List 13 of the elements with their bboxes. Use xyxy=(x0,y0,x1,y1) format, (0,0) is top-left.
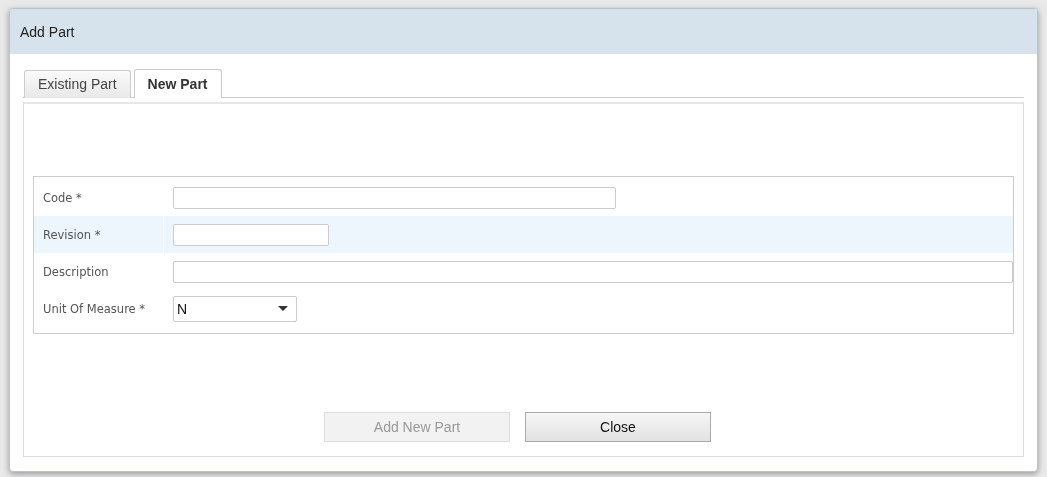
unit-dropdown[interactable]: N xyxy=(173,295,297,322)
close-button[interactable]: Close xyxy=(525,412,711,442)
field-label: Revision * xyxy=(43,227,101,242)
field-label: Description xyxy=(43,264,109,279)
tab[interactable]: Existing Part xyxy=(24,70,131,98)
input-field[interactable] xyxy=(173,186,616,209)
caret-icon xyxy=(278,306,288,311)
input-field[interactable] xyxy=(173,223,329,246)
field-label: Code * xyxy=(43,190,82,205)
input-field[interactable] xyxy=(173,260,1013,283)
window-title: Add Part xyxy=(20,23,75,40)
field-label: Unit Of Measure * xyxy=(43,301,146,316)
tab[interactable]: New Part xyxy=(133,69,222,98)
